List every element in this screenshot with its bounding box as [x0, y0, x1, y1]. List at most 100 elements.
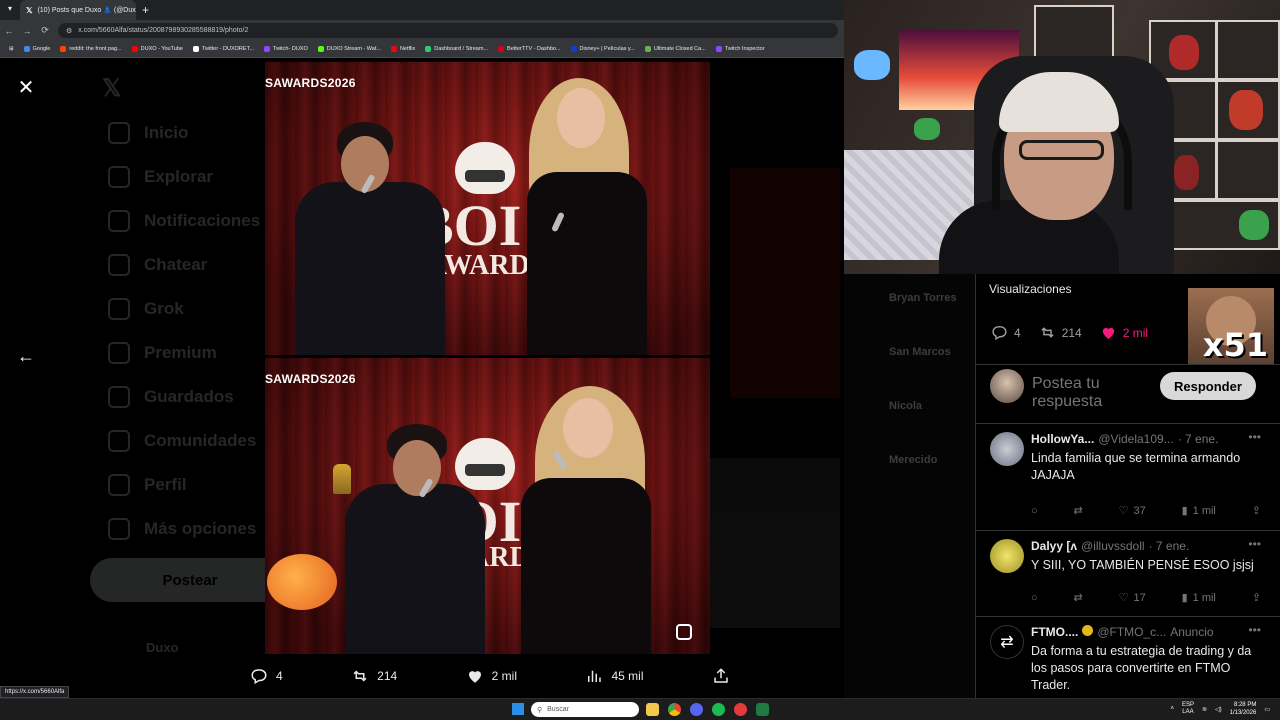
reply-input[interactable]: Postea tu respuesta [1032, 375, 1152, 411]
back-nav-icon[interactable]: ← [4, 26, 14, 36]
comment-views-button[interactable]: ▮ 1 mil [1182, 591, 1216, 605]
comment-item[interactable]: Dalyy [ʌ @illuvssdoll · 7 ene. ••• Y SII… [976, 531, 1280, 617]
views-button[interactable]: 45 mil [585, 667, 643, 685]
sidebar-item-inicio[interactable]: Inicio [108, 122, 188, 144]
panel-like-button[interactable]: 2 mil [1100, 324, 1148, 341]
comment-text: Linda familia que se termina armando JAJ… [1031, 451, 1241, 482]
file-explorer-icon[interactable] [646, 703, 659, 716]
bookmark-netflix[interactable]: Netflix [386, 46, 420, 52]
chrome-icon[interactable] [668, 703, 681, 716]
sidebar-item-notificaciones[interactable]: Notificaciones [108, 210, 260, 232]
more-icon[interactable]: ••• [1248, 623, 1261, 637]
chevron-up-icon[interactable]: ˄ [1170, 706, 1174, 712]
bookmark-twitch[interactable]: Twitch- DUXO [259, 46, 313, 52]
comment-item[interactable]: HollowYa... @Videla109... · 7 ene. ••• L… [976, 424, 1280, 531]
sidebar-item-explorar[interactable]: Explorar [108, 166, 213, 188]
home-icon [108, 122, 130, 144]
comment-reply-icon[interactable]: ○ [1031, 591, 1038, 604]
taskbar-clock[interactable]: 8:28 PM 1/13/2026 [1230, 701, 1257, 717]
profile-name[interactable]: Duxo [146, 640, 179, 655]
notification-icon[interactable]: ▭ [1264, 706, 1270, 713]
reply-composer: Postea tu respuesta Responder [976, 364, 1280, 424]
comment-repost-icon[interactable]: ⇄ [1074, 591, 1083, 604]
windows-start-icon[interactable] [512, 703, 524, 715]
bookmark-disney[interactable]: Disney+ | Películas y... [566, 46, 640, 52]
bookmark-betterttv[interactable]: BetterTTV - Dashbo... [493, 46, 566, 52]
photo-top[interactable]: SAWARDS2026 BOI AWARDS [265, 62, 710, 355]
comment-repost-icon[interactable]: ⇄ [1074, 504, 1083, 517]
comment-share-icon[interactable]: ⇪ [1252, 591, 1261, 604]
bookmark-youtube[interactable]: DUXO - YouTube [127, 46, 188, 52]
apps-icon[interactable]: ⊞ [4, 46, 19, 52]
webcam-overlay [844, 0, 1280, 274]
bookmark-google[interactable]: Google [19, 46, 56, 52]
glasses [1019, 140, 1104, 160]
bookmark-reddit[interactable]: reddit: the front pag... [55, 46, 126, 52]
bell-icon [108, 210, 130, 232]
site-info-icon[interactable]: ⚙ [66, 27, 72, 35]
panel-repost-button[interactable]: 214 [1039, 324, 1082, 341]
orange-mascot [267, 554, 337, 610]
tab-menu-icon[interactable]: ▾ [4, 4, 16, 16]
discord-icon[interactable] [690, 703, 703, 716]
share-button[interactable] [712, 667, 730, 685]
sidebar-item-chatear[interactable]: Chatear [108, 254, 207, 276]
image-alt-icon[interactable] [676, 624, 692, 640]
user-icon [108, 474, 130, 496]
photo-bottom[interactable]: SAWARDS2026 BOI AWARDS [265, 358, 710, 654]
bookmark-dashboard[interactable]: Dashboard / Stream... [420, 46, 493, 52]
more-icon[interactable]: ••• [1248, 537, 1261, 551]
bookmarks-bar: ⊞ Google reddit: the front pag... DUXO -… [0, 41, 844, 58]
respond-button[interactable]: Responder [1160, 372, 1256, 400]
comment-reply-icon[interactable]: ○ [1031, 504, 1038, 517]
new-tab-button[interactable]: + [142, 3, 149, 17]
bookmark-closed-captions[interactable]: Ultimate Closed Ca... [640, 46, 711, 52]
verified-badge-icon [1082, 625, 1094, 636]
repost-button[interactable]: 214 [351, 667, 397, 685]
logo-glasses [465, 170, 505, 182]
man-figure-2 [345, 484, 485, 654]
arrow-left-icon[interactable]: ← [14, 344, 38, 368]
excel-icon[interactable] [756, 703, 769, 716]
comment-like-button[interactable]: ♡ 17 [1119, 591, 1146, 605]
comment-share-icon[interactable]: ⇪ [1252, 504, 1261, 517]
reply-count: 4 [276, 669, 283, 683]
x-logo-icon[interactable]: 𝕏 [102, 74, 121, 103]
reload-icon[interactable]: ⟳ [40, 25, 50, 36]
sidebar-item-mas-opciones[interactable]: Más opciones [108, 518, 256, 540]
url-field[interactable]: ⚙ x.com/5660Alfa/status/2008798930285588… [58, 23, 838, 38]
taskbar-search[interactable]: ⚲ Buscar [531, 702, 639, 717]
language-indicator[interactable]: ESP LAA [1182, 702, 1194, 716]
spotify-icon[interactable] [712, 703, 725, 716]
man-figure [295, 182, 445, 355]
sidebar-item-guardados[interactable]: Guardados [108, 386, 234, 408]
sidebar-item-perfil[interactable]: Perfil [108, 474, 187, 496]
more-icon[interactable]: ••• [1248, 430, 1261, 444]
forward-nav-icon[interactable]: → [22, 26, 32, 36]
like-button[interactable]: 2 mil [466, 667, 517, 685]
bookmark-twitch-inspector[interactable]: Twitch Inspector [711, 46, 770, 52]
reply-button[interactable]: 4 [250, 667, 283, 685]
sidebar-item-comunidades[interactable]: Comunidades [108, 430, 256, 452]
browser-tab[interactable]: 𝕏 (10) Posts que Duxo 👗 (@Dux ✕ [20, 0, 136, 20]
sidebar-item-premium[interactable]: Premium [108, 342, 217, 364]
plush-toy [854, 50, 890, 80]
comment-time: · 7 ene. [1177, 432, 1219, 446]
obs-icon[interactable] [734, 703, 747, 716]
wifi-icon[interactable]: ≋ [1202, 706, 1207, 713]
comment-text: Y SIII, YO TAMBIÉN PENSÉ ESOO jsjsj [1031, 558, 1254, 572]
reply-icon [251, 669, 267, 685]
dimmed-background-post [710, 58, 844, 698]
panel-reply-button[interactable]: 4 [991, 324, 1021, 341]
comment-like-button[interactable]: ♡ 37 [1119, 504, 1146, 518]
volume-icon[interactable]: ◁) [1215, 706, 1222, 713]
heart-icon [468, 671, 481, 683]
bookmark-twitter[interactable]: Twitter - DUXORET... [188, 46, 259, 52]
bookmark-duxo-stream[interactable]: DUXO Stream - Wat... [313, 46, 386, 52]
ad-item[interactable]: ⇄ FTMO.... @FTMO_c... Anuncio ••• Da for… [976, 617, 1280, 698]
awards-logo [455, 142, 515, 194]
close-icon[interactable]: ✕ [14, 76, 38, 100]
sidebar-item-grok[interactable]: Grok [108, 298, 184, 320]
comment-views-button[interactable]: ▮ 1 mil [1182, 504, 1216, 518]
post-button[interactable]: Postear [90, 558, 290, 602]
